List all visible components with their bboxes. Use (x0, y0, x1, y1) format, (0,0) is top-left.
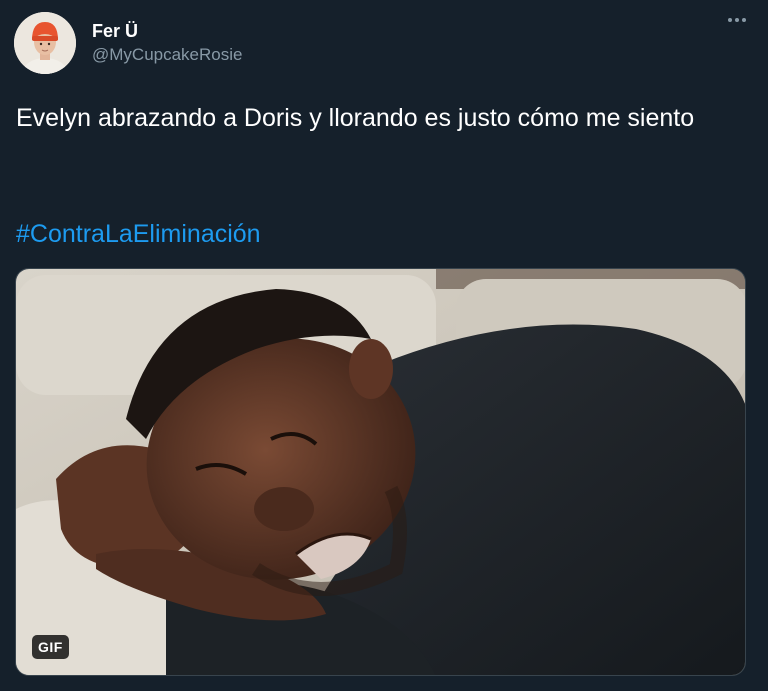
display-name[interactable]: Fer Ü (92, 20, 242, 42)
more-horizontal-icon[interactable] (728, 18, 746, 22)
more-dot (742, 18, 746, 22)
avatar[interactable] (14, 12, 76, 74)
tweet-text: Evelyn abrazando a Doris y llorando es j… (16, 104, 695, 132)
author-names: Fer Ü @MyCupcakeRosie (92, 20, 242, 66)
user-handle[interactable]: @MyCupcakeRosie (92, 44, 242, 66)
gif-image (16, 269, 745, 675)
tweet-media-gif[interactable]: GIF (15, 268, 746, 676)
tweet-card: Fer Ü @MyCupcakeRosie Evelyn abrazando a… (0, 0, 768, 691)
more-dot (728, 18, 732, 22)
hashtag-link[interactable]: #ContraLaEliminación (16, 214, 261, 254)
tweet-header: Fer Ü @MyCupcakeRosie (14, 12, 242, 76)
gif-badge: GIF (32, 635, 69, 659)
more-dot (735, 18, 739, 22)
